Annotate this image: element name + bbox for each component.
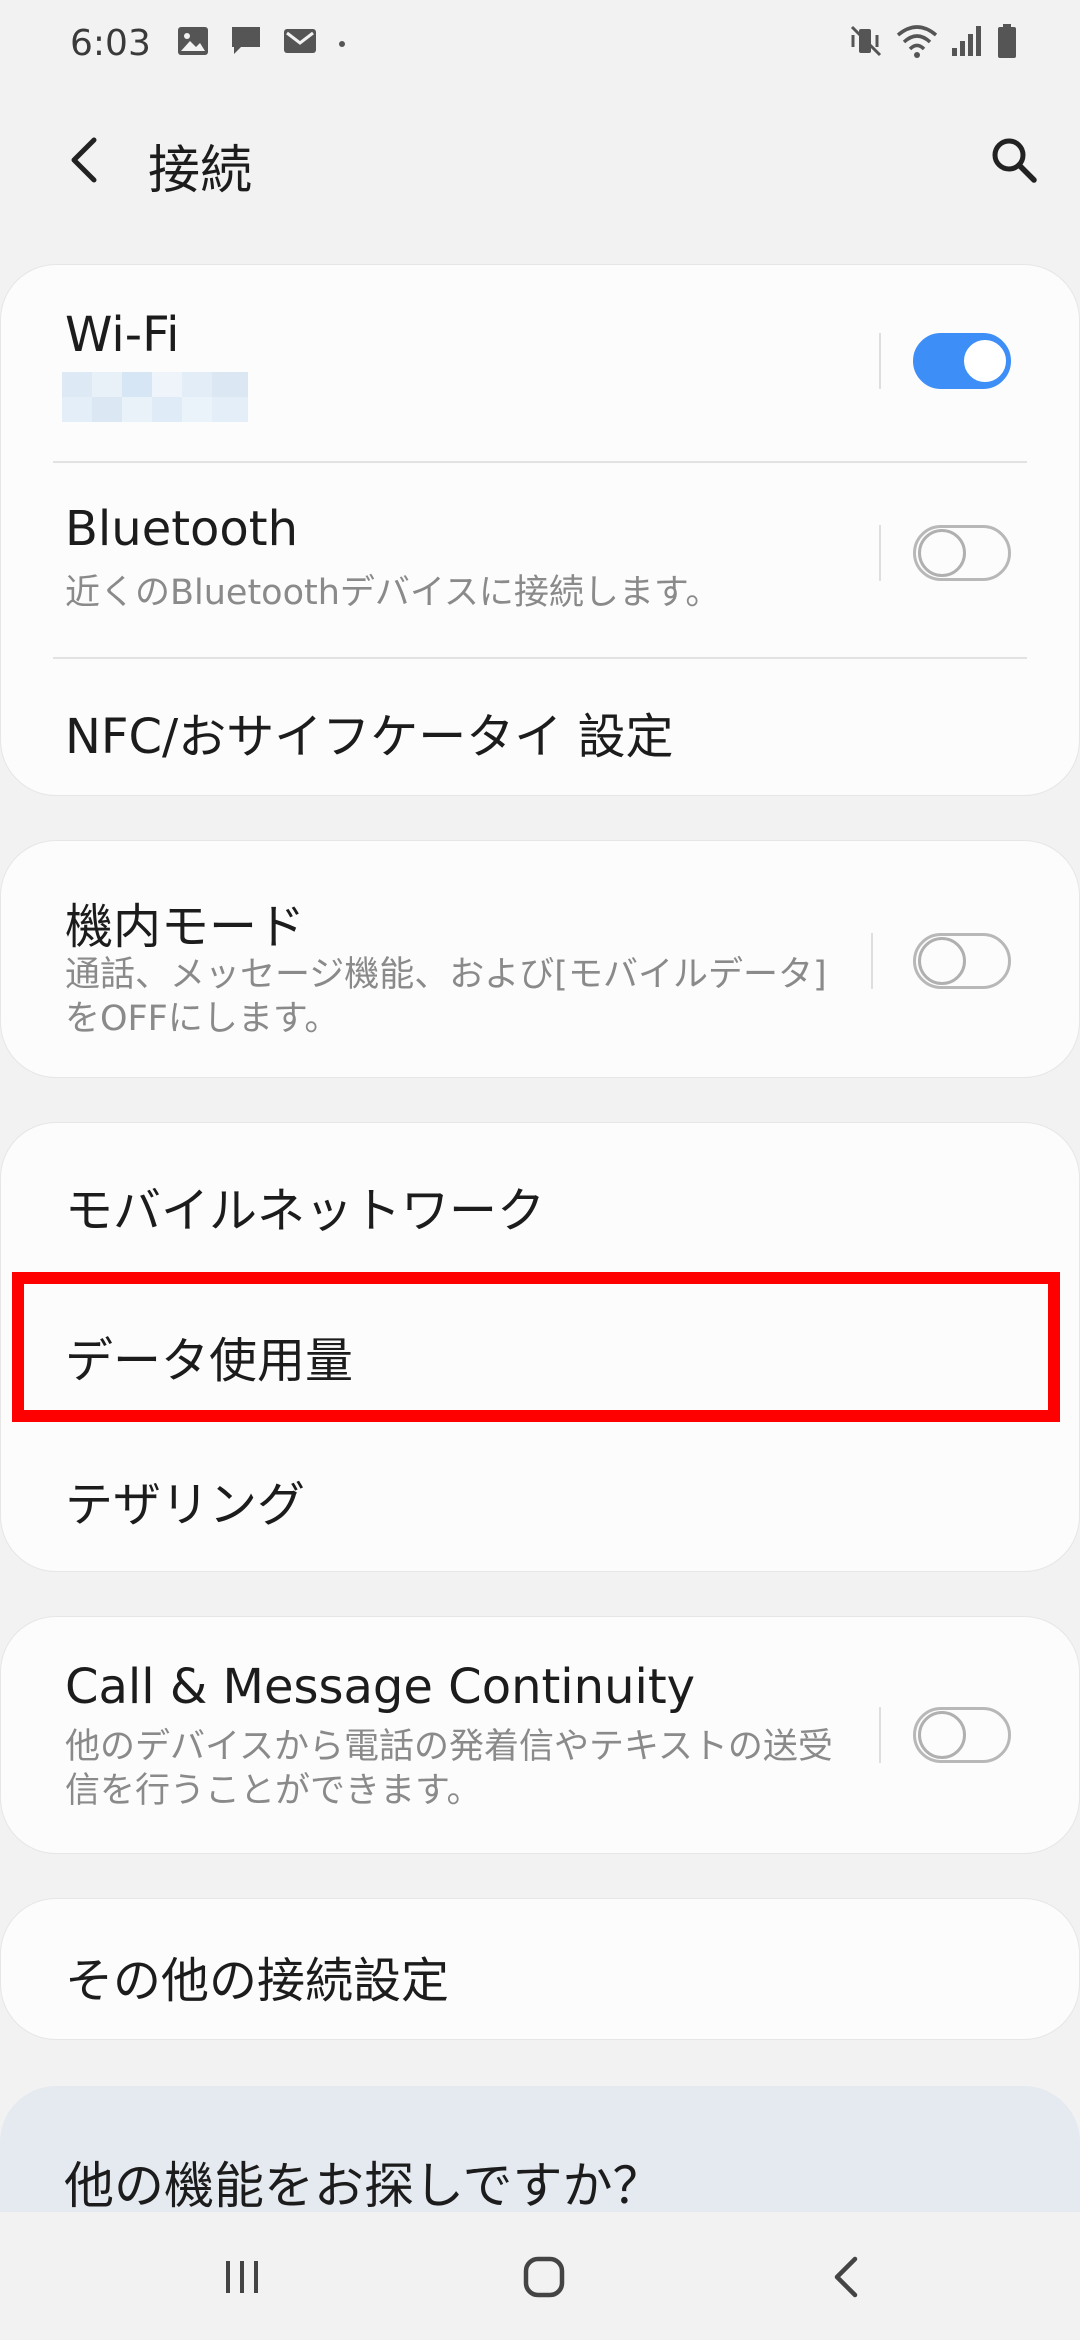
call-message-row[interactable]: Call & Message Continuity 他のデバイスから電話の発着信… (1, 1617, 1079, 1853)
gallery-icon (177, 26, 209, 60)
page-title: 接続 (148, 141, 253, 201)
airplane-toggle-knob (918, 937, 966, 985)
airplane-separator (871, 933, 873, 989)
navigation-bar (0, 2212, 1080, 2340)
signal-icon (950, 24, 984, 62)
other-settings-title: その他の接続設定 (65, 1953, 450, 2009)
gmail-icon (283, 27, 317, 59)
looking-for-title: 他の機能をお探しですか？ (64, 2157, 663, 2215)
vibrate-mute-icon (848, 23, 884, 63)
dot-icon (337, 34, 347, 53)
other-settings-row[interactable]: その他の接続設定 (1, 1899, 1079, 2039)
airplane-toggle[interactable] (913, 933, 1011, 989)
bluetooth-title: Bluetooth (65, 501, 299, 557)
card-network: モバイルネットワーク データ使用量 テザリング (0, 1122, 1080, 1572)
mobile-network-row[interactable]: モバイルネットワーク (1, 1123, 1079, 1273)
airplane-row[interactable]: 機内モード 通話、メッセージ機能、および[モバイルデータ]をOFFにします。 (1, 841, 1079, 1077)
nfc-row[interactable]: NFC/おサイフケータイ 設定 (1, 659, 1079, 795)
call-message-title: Call & Message Continuity (65, 1659, 696, 1715)
data-usage-title: データ使用量 (65, 1333, 354, 1389)
call-message-subtitle: 他のデバイスから電話の発着信やテキストの送受信を行うことができます。 (65, 1727, 833, 1811)
status-bar: 6:03 (0, 0, 1080, 86)
wifi-toggle-knob (961, 337, 1009, 385)
bluetooth-separator (879, 525, 881, 581)
tethering-title: テザリング (65, 1477, 306, 1533)
back-icon[interactable] (806, 2242, 886, 2312)
bluetooth-toggle[interactable] (913, 525, 1011, 581)
call-message-toggle[interactable] (913, 1707, 1011, 1763)
bluetooth-subtitle: 近くのBluetoothデバイスに接続します。 (65, 573, 721, 613)
airplane-title: 機内モード (65, 899, 306, 955)
card-connectivity: Wi-Fi Bluetooth 近くのBluetoothデバイスに接続します。 … (0, 264, 1080, 796)
chevron-left-icon[interactable] (56, 132, 112, 188)
card-airplane: 機内モード 通話、メッセージ機能、および[モバイルデータ]をOFFにします。 (0, 840, 1080, 1078)
wifi-row[interactable]: Wi-Fi (1, 265, 1079, 461)
mobile-network-title: モバイルネットワーク (65, 1183, 546, 1239)
status-time: 6:03 (70, 22, 151, 64)
wifi-separator (879, 333, 881, 389)
wifi-title: Wi-Fi (65, 307, 180, 363)
home-icon[interactable] (504, 2242, 584, 2312)
card-other-settings: その他の接続設定 (0, 1898, 1080, 2040)
tethering-row[interactable]: テザリング (1, 1423, 1079, 1571)
call-message-toggle-knob (918, 1711, 966, 1759)
card-call-message: Call & Message Continuity 他のデバイスから電話の発着信… (0, 1616, 1080, 1854)
battery-icon (996, 23, 1018, 63)
bluetooth-toggle-knob (918, 529, 966, 577)
call-message-separator (879, 1707, 881, 1763)
wifi-icon (896, 23, 938, 63)
wifi-ssid-redacted (62, 372, 248, 422)
recents-icon[interactable] (202, 2242, 282, 2312)
chat-icon (229, 25, 263, 61)
airplane-subtitle: 通話、メッセージ機能、および[モバイルデータ]をOFFにします。 (65, 955, 827, 1039)
data-usage-row[interactable]: データ使用量 (1, 1273, 1079, 1423)
nfc-title: NFC/おサイフケータイ 設定 (65, 709, 674, 765)
app-bar: 接続 (0, 108, 1080, 208)
bluetooth-row[interactable]: Bluetooth 近くのBluetoothデバイスに接続します。 (1, 463, 1079, 659)
search-icon[interactable] (982, 128, 1046, 192)
wifi-toggle[interactable] (913, 333, 1011, 389)
